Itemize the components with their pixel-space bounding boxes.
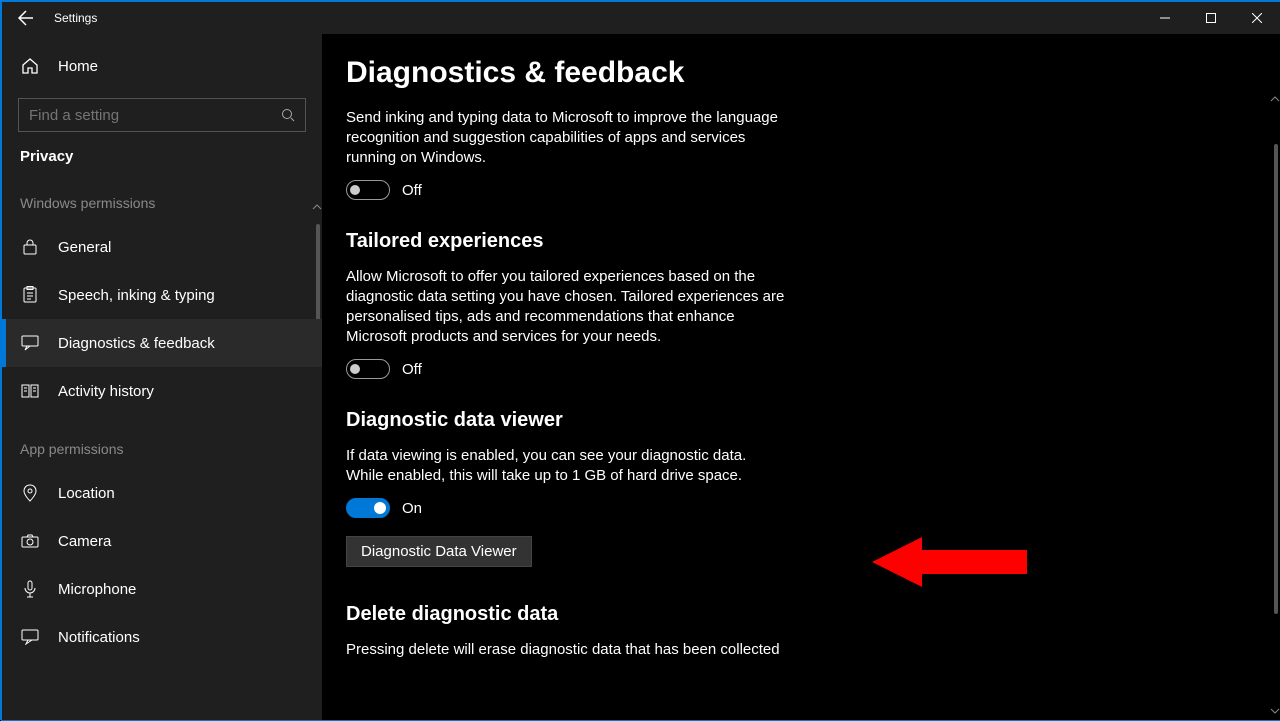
sidebar-item-label: Diagnostics & feedback — [58, 335, 215, 352]
viewer-heading: Diagnostic data viewer — [346, 409, 1118, 432]
content-scroll-down[interactable] — [1270, 706, 1280, 716]
close-button[interactable] — [1234, 2, 1280, 34]
sidebar-item-location[interactable]: Location — [2, 469, 322, 517]
tailored-toggle[interactable] — [346, 359, 390, 379]
close-icon — [1252, 13, 1262, 23]
clipboard-icon — [20, 285, 40, 305]
sidebar-category: Privacy — [2, 142, 322, 183]
sidebar-home-label: Home — [58, 58, 98, 75]
scroll-up-arrow[interactable] — [312, 202, 322, 212]
sidebar-item-general[interactable]: General — [2, 223, 322, 271]
back-button[interactable] — [2, 2, 50, 34]
sidebar-group-windows-permissions: Windows permissions — [2, 183, 322, 223]
sidebar-item-label: Location — [58, 485, 115, 502]
viewer-description: If data viewing is enabled, you can see … — [346, 446, 786, 486]
page-title: Diagnostics & feedback — [346, 56, 1118, 90]
sidebar-item-label: Notifications — [58, 629, 140, 646]
sidebar-item-camera[interactable]: Camera — [2, 517, 322, 565]
content-scroll-up[interactable] — [1270, 94, 1280, 104]
sidebar-item-microphone[interactable]: Microphone — [2, 565, 322, 613]
diagnostic-data-viewer-button[interactable]: Diagnostic Data Viewer — [346, 536, 532, 567]
inking-description: Send inking and typing data to Microsoft… — [346, 108, 786, 168]
sidebar: Home Privacy Windows permissions General — [2, 34, 322, 720]
back-arrow-icon — [18, 10, 34, 26]
minimize-button[interactable] — [1142, 2, 1188, 34]
tailored-description: Allow Microsoft to offer you tailored ex… — [346, 267, 786, 347]
delete-description: Pressing delete will erase diagnostic da… — [346, 640, 786, 660]
search-input[interactable] — [18, 98, 306, 132]
sidebar-item-label: Activity history — [58, 383, 154, 400]
window-title: Settings — [50, 11, 97, 25]
search-icon — [281, 108, 295, 122]
home-icon — [20, 56, 40, 76]
maximize-button[interactable] — [1188, 2, 1234, 34]
lock-icon — [20, 237, 40, 257]
sidebar-item-speech[interactable]: Speech, inking & typing — [2, 271, 322, 319]
sidebar-item-label: General — [58, 239, 111, 256]
history-icon — [20, 381, 40, 401]
content-area: Diagnostics & feedback Send inking and t… — [322, 34, 1280, 720]
delete-heading: Delete diagnostic data — [346, 603, 1118, 626]
camera-icon — [20, 531, 40, 551]
search-field[interactable] — [29, 107, 281, 124]
sidebar-item-label: Speech, inking & typing — [58, 287, 215, 304]
content-scrollbar[interactable] — [1274, 144, 1278, 614]
inking-toggle-state: Off — [402, 182, 422, 199]
feedback-icon — [20, 333, 40, 353]
viewer-toggle-state: On — [402, 500, 422, 517]
inking-toggle[interactable] — [346, 180, 390, 200]
notifications-icon — [20, 627, 40, 647]
sidebar-item-diagnostics[interactable]: Diagnostics & feedback — [2, 319, 322, 367]
tailored-toggle-state: Off — [402, 361, 422, 378]
sidebar-group-app-permissions: App permissions — [2, 415, 322, 469]
sidebar-item-notifications[interactable]: Notifications — [2, 613, 322, 661]
sidebar-item-activity[interactable]: Activity history — [2, 367, 322, 415]
maximize-icon — [1206, 13, 1216, 23]
sidebar-home[interactable]: Home — [2, 42, 322, 90]
sidebar-item-label: Camera — [58, 533, 111, 550]
tailored-heading: Tailored experiences — [346, 230, 1118, 253]
titlebar: Settings — [2, 2, 1280, 34]
minimize-icon — [1160, 13, 1170, 23]
viewer-toggle[interactable] — [346, 498, 390, 518]
microphone-icon — [20, 579, 40, 599]
location-icon — [20, 483, 40, 503]
sidebar-item-label: Microphone — [58, 581, 136, 598]
